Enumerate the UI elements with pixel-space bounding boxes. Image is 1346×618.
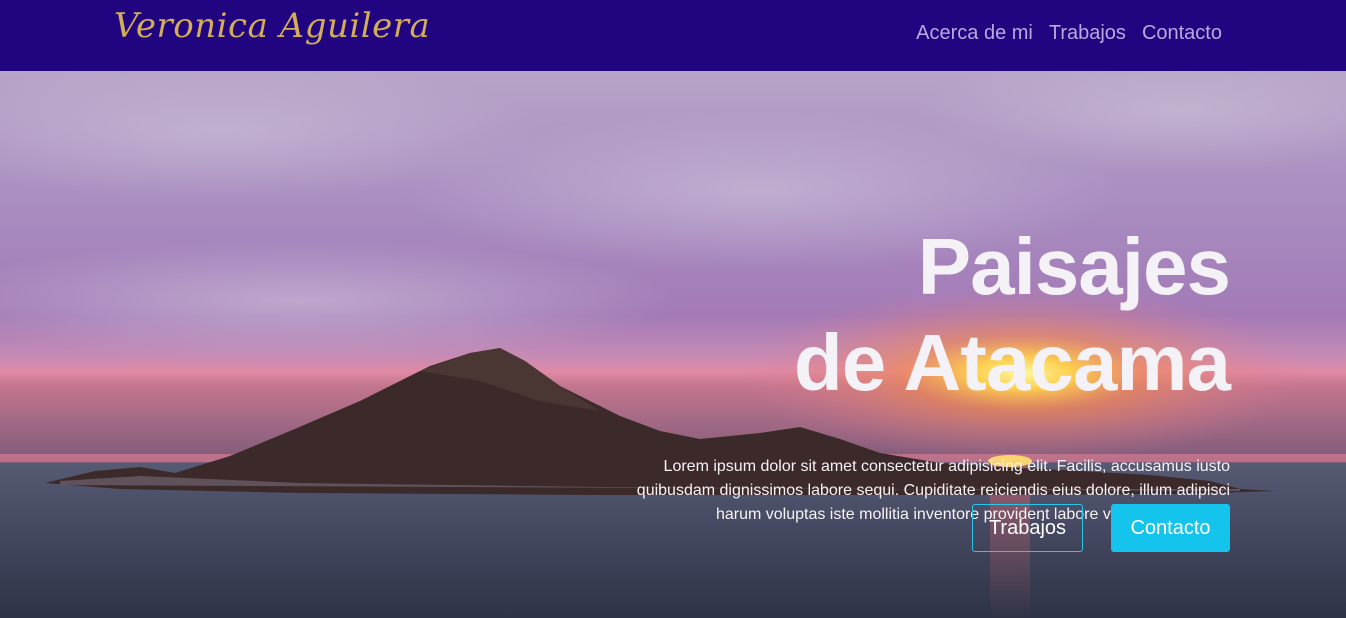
page: Veronica Aguilera Acerca de mi Trabajos … <box>0 0 1346 618</box>
nav-link-contacto[interactable]: Contacto <box>1142 22 1222 45</box>
nav-link-trabajos[interactable]: Trabajos <box>1049 22 1126 45</box>
hero-title-line2: de Atacama <box>793 318 1231 407</box>
hero-title-line1: Paisajes <box>917 222 1231 311</box>
nav-links: Acerca de mi Trabajos Contacto <box>916 22 1222 45</box>
nav-link-acerca[interactable]: Acerca de mi <box>916 22 1033 45</box>
hero-title: Paisajes de Atacama <box>793 219 1231 411</box>
navbar: Veronica Aguilera Acerca de mi Trabajos … <box>0 0 1346 71</box>
contacto-button[interactable]: Contacto <box>1111 504 1230 552</box>
brand-logo[interactable]: Veronica Aguilera <box>114 6 430 46</box>
trabajos-button[interactable]: Trabajos <box>972 504 1083 552</box>
